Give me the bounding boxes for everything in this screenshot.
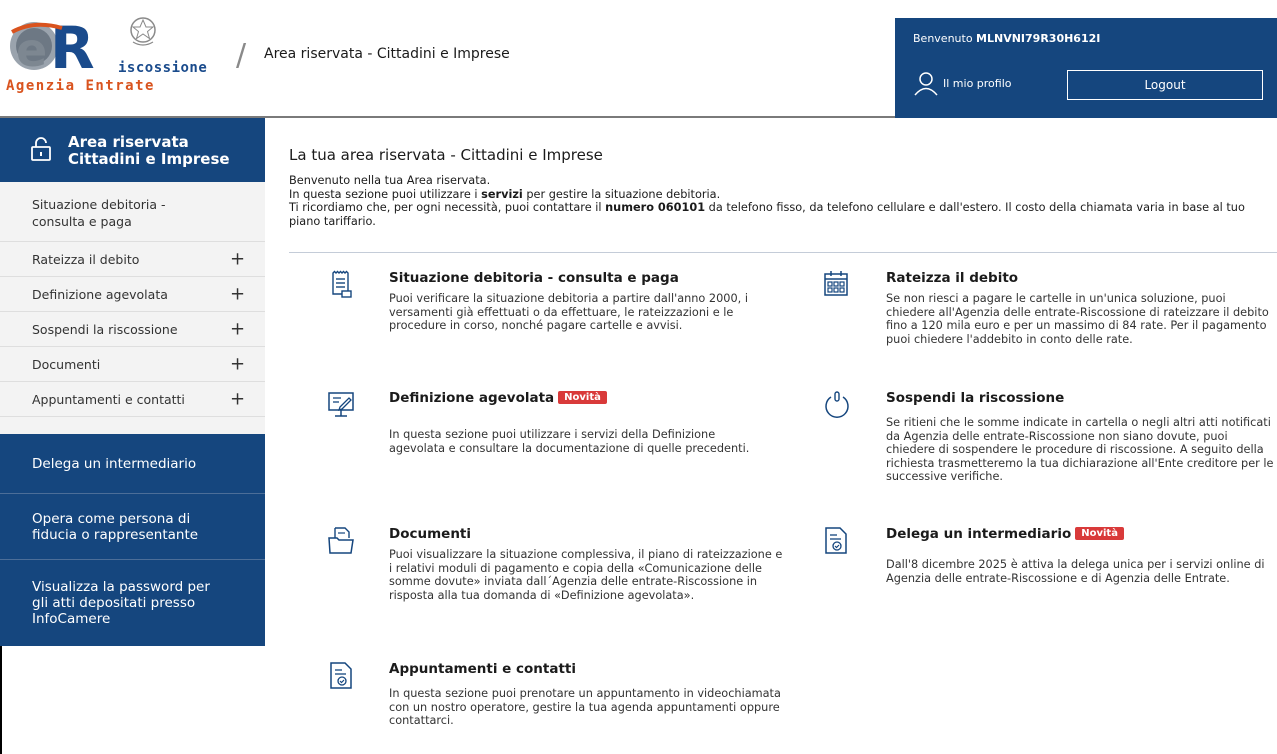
new-badge: Novità [1075, 527, 1124, 540]
card-title-text: Definizione agevolata [389, 390, 555, 406]
document-list-icon [332, 270, 352, 298]
header: e R iscossione Agenzia Entrate / Area ri… [0, 0, 1277, 118]
phone-number: numero 060101 [605, 201, 706, 215]
intro-servizi: servizi [481, 187, 523, 201]
logo-agenzia-word: Agenzia [6, 78, 86, 94]
page-title: Area riservata - Cittadini e Imprese [264, 46, 510, 62]
card-title[interactable]: Situazione debitoria - consulta e paga [389, 270, 679, 286]
sidebar-item-label: Rateizza il debito [32, 251, 140, 267]
logo-entrate-word: Entrate [85, 78, 155, 94]
card-description: Se ritieni che le somme indicate in cart… [886, 416, 1274, 484]
card-description: Puoi verificare la situazione debitoria … [389, 292, 749, 333]
folder-icon [328, 527, 354, 554]
card-title[interactable]: Delega un intermediario Novità [886, 526, 1124, 542]
user-code: MLNVNI79R30H612I [976, 32, 1101, 45]
intro-text: Benvenuto nella tua Area riservata. In q… [289, 174, 1277, 228]
expand-plus-icon[interactable]: + [230, 249, 245, 270]
section-divider [289, 252, 1277, 253]
svg-text:e: e [16, 23, 47, 72]
sidebar-link-label: Delega un intermediario [32, 455, 197, 472]
sidebar-links: Delega un intermediario Opera come perso… [0, 434, 265, 646]
card-description: Se non riesci a pagare le cartelle in un… [886, 292, 1269, 346]
sidebar-item-documenti[interactable]: Documenti + [0, 347, 265, 382]
intro-line-1: Benvenuto nella tua Area riservata. [289, 174, 491, 187]
sidebar-link-label: Opera come persona di fiducia o rapprese… [32, 510, 199, 543]
logo-agenzia-text: Agenzia Entrate [6, 78, 155, 94]
card-title[interactable]: Rateizza il debito [886, 270, 1018, 286]
card-title[interactable]: Documenti [389, 526, 471, 542]
expand-plus-icon[interactable]: + [230, 354, 245, 375]
card-title[interactable]: Appuntamenti e contatti [389, 661, 576, 677]
sidebar-title-line2: Cittadini e Imprese [68, 150, 230, 168]
agenzia-riscossione-logo[interactable]: e R iscossione Agenzia Entrate [0, 12, 235, 102]
document-check-icon [825, 527, 847, 554]
user-icon [914, 72, 938, 96]
new-badge: Novità [558, 391, 607, 404]
sidebar-header[interactable]: Area riservata Cittadini e Imprese [0, 118, 265, 182]
expand-plus-icon[interactable]: + [230, 389, 245, 410]
sidebar-spacer [0, 417, 265, 434]
breadcrumb-separator: / [236, 38, 247, 73]
expand-plus-icon[interactable]: + [230, 284, 245, 305]
sidebar: Area riservata Cittadini e Imprese Situa… [0, 118, 265, 754]
sidebar-link-delega[interactable]: Delega un intermediario [0, 434, 265, 494]
sidebar-item-label: Situazione debitoria - consulta e paga [32, 196, 166, 229]
card-title-text: Delega un intermediario [886, 526, 1072, 542]
sidebar-link-label: Visualizza la password per gli atti depo… [32, 579, 210, 627]
profile-link[interactable]: Il mio profilo [913, 70, 1012, 96]
card-description: Puoi visualizzare la situazione compless… [389, 548, 783, 602]
sidebar-item-definizione-agevolata[interactable]: Definizione agevolata + [0, 277, 265, 312]
sidebar-link-password-infocamere[interactable]: Visualizza la password per gli atti depo… [0, 560, 265, 646]
sidebar-link-persona-fiducia[interactable]: Opera come persona di fiducia o rapprese… [0, 494, 265, 560]
italian-emblem-icon [130, 17, 156, 46]
lock-icon [31, 137, 51, 161]
sidebar-title: Area riservata Cittadini e Imprese [68, 134, 230, 168]
profile-label: Il mio profilo [943, 76, 1012, 90]
card-description: Dall'8 dicembre 2025 è attiva la delega … [886, 558, 1265, 585]
logo-riscossione-text: iscossione [118, 60, 208, 76]
sidebar-item-situazione-debitoria[interactable]: Situazione debitoria - consulta e paga [0, 182, 265, 242]
sidebar-menu: Situazione debitoria - consulta e paga R… [0, 182, 265, 434]
card-title[interactable]: Sospendi la riscossione [886, 390, 1064, 406]
svg-text:R: R [50, 14, 95, 72]
card-title[interactable]: Definizione agevolata Novità [389, 390, 607, 406]
user-panel: Benvenuto MLNVNI79R30H612I Il mio profil… [895, 18, 1277, 118]
card-description: In questa sezione puoi prenotare un appu… [389, 687, 781, 728]
main-content: La tua area riservata - Cittadini e Impr… [289, 140, 1277, 727]
document-check-icon [330, 662, 352, 689]
intro-line-3: Ti ricordiamo che, per ogni necessità, p… [289, 201, 1277, 228]
sidebar-item-sospendi[interactable]: Sospendi la riscossione + [0, 312, 265, 347]
monitor-icon [328, 392, 354, 417]
sidebar-item-label: Definizione agevolata [32, 286, 168, 302]
card-description: In questa sezione puoi utilizzare i serv… [389, 428, 750, 455]
calendar-icon [824, 271, 848, 296]
sidebar-item-label: Sospendi la riscossione [32, 321, 178, 337]
expand-plus-icon[interactable]: + [230, 319, 245, 340]
sidebar-item-label: Appuntamenti e contatti [32, 391, 185, 407]
main-heading: La tua area riservata - Cittadini e Impr… [289, 146, 603, 164]
intro-line-2: In questa sezione puoi utilizzare i serv… [289, 188, 1277, 202]
sidebar-title-line1: Area riservata [68, 133, 189, 151]
welcome-prefix: Benvenuto [913, 32, 977, 45]
sidebar-item-rateizza[interactable]: Rateizza il debito + [0, 242, 265, 277]
intro-text-part: per gestire la situazione debitoria. [522, 187, 721, 201]
er-logo-mark: e R [10, 14, 95, 72]
welcome-message: Benvenuto MLNVNI79R30H612I [913, 32, 1100, 45]
sidebar-item-label: Documenti [32, 356, 101, 372]
logout-button[interactable]: Logout [1067, 70, 1263, 100]
intro-text-part: In questa sezione puoi utilizzare i [289, 187, 482, 201]
sidebar-item-appuntamenti[interactable]: Appuntamenti e contatti + [0, 382, 265, 417]
power-icon [825, 391, 849, 418]
intro-text-part: Ti ricordiamo che, per ogni necessità, p… [289, 201, 606, 215]
